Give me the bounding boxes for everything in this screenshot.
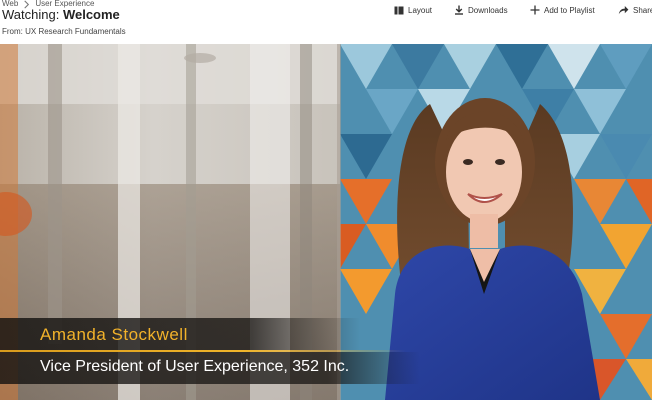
course-source[interactable]: From: UX Research Fundamentals bbox=[2, 27, 126, 36]
layout-label: Layout bbox=[408, 5, 433, 15]
layout-button[interactable]: Layout bbox=[394, 6, 432, 15]
video-player[interactable]: Amanda Stockwell Vice President of User … bbox=[0, 44, 652, 400]
video-title: Welcome bbox=[62, 7, 120, 22]
download-icon bbox=[455, 5, 463, 15]
course-header: Web User Experience Watching: Welcome Fr… bbox=[0, 0, 652, 44]
share-label: Share bbox=[633, 5, 652, 15]
add-to-playlist-label: Add to Playlist bbox=[544, 5, 595, 15]
share-icon bbox=[618, 6, 629, 15]
plus-icon bbox=[530, 5, 540, 15]
share-button[interactable]: Share bbox=[618, 5, 652, 15]
speaker-name: Amanda Stockwell bbox=[40, 325, 188, 344]
add-to-playlist-button[interactable]: Add to Playlist bbox=[530, 5, 595, 15]
downloads-button[interactable]: Downloads bbox=[454, 5, 508, 15]
watching-label: Watching: bbox=[2, 7, 60, 22]
speaker-title: Vice President of User Experience, 352 I… bbox=[40, 358, 350, 375]
speaker-lower-third: Amanda Stockwell Vice President of User … bbox=[0, 318, 420, 400]
page-title: Watching: Welcome bbox=[2, 7, 120, 23]
layout-icon bbox=[394, 6, 404, 14]
downloads-label: Downloads bbox=[468, 5, 508, 15]
